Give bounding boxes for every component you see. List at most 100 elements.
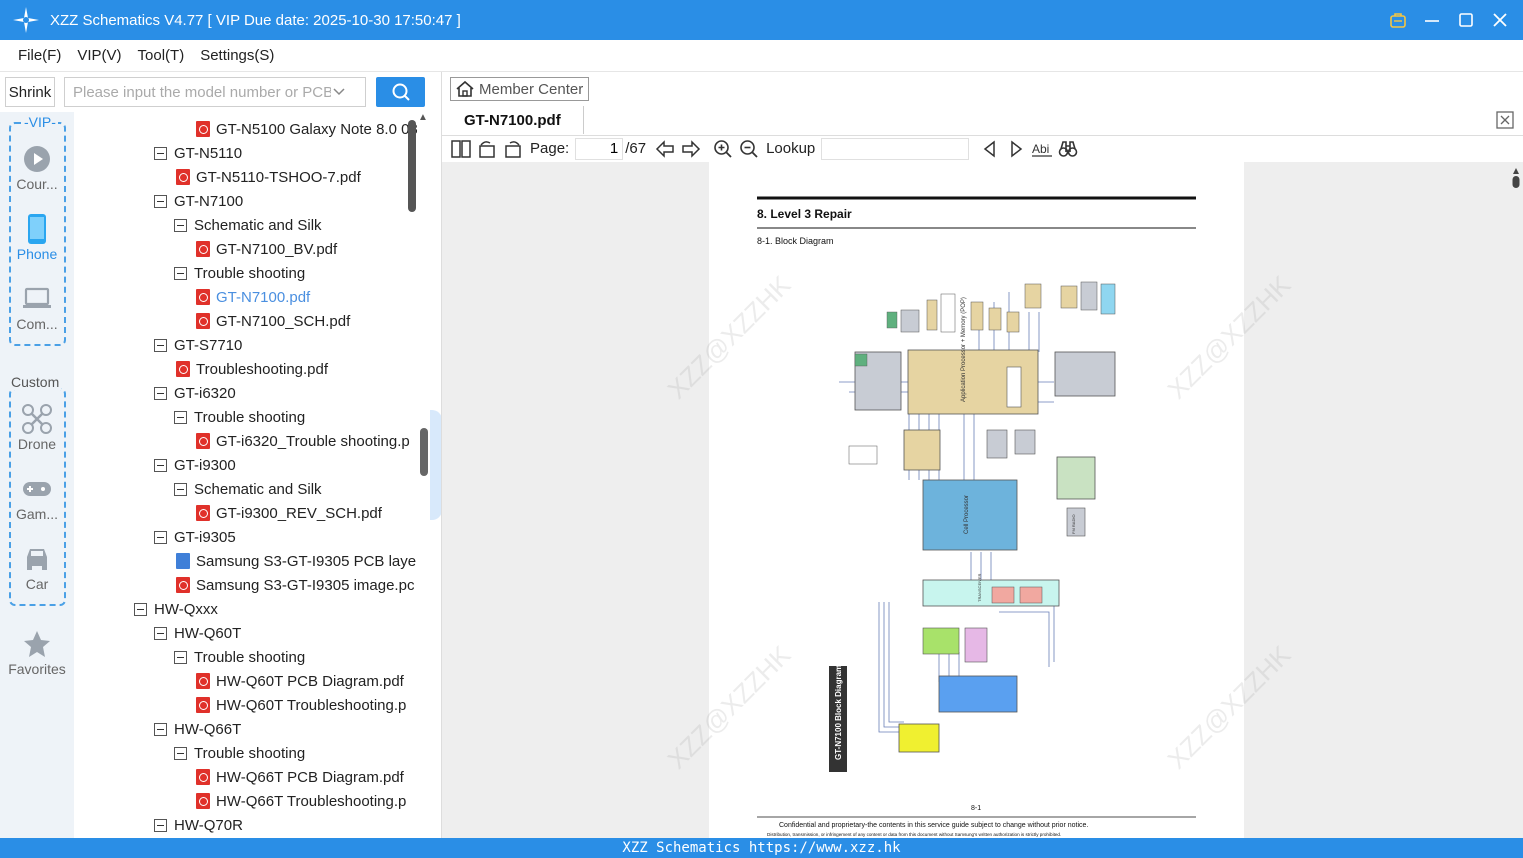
doc-footer-distribution: Distribution, transmission, or infringem… (767, 832, 1061, 837)
tree-item-label: HW-Q66T Troubleshooting.p (216, 792, 407, 810)
rotate-right-button[interactable] (500, 137, 526, 161)
pdf-canvas[interactable]: 8. Level 3 Repair 8-1. Block Diagram App… (442, 162, 1523, 838)
tree-file[interactable]: GT-N5110-TSHOO-7.pdf (176, 165, 361, 189)
tree-file[interactable]: GT-i9300_REV_SCH.pdf (196, 501, 382, 525)
tree-folder[interactable]: GT-N7100 (154, 189, 243, 213)
tree-folder[interactable]: Trouble shooting (174, 645, 305, 669)
lookup-label: Lookup (766, 140, 816, 157)
chevron-down-icon[interactable] (331, 84, 347, 100)
tree-scrollbar-thumb[interactable] (408, 120, 416, 212)
search-button[interactable] (376, 77, 425, 107)
tree-file[interactable]: GT-N5100 Galaxy Note 8.0 08 (196, 117, 418, 141)
drone-icon (22, 404, 52, 434)
tree-item-label: GT-N5110 (174, 144, 243, 162)
category-car[interactable]: Car (0, 542, 74, 592)
tree-file[interactable]: GT-N7100_SCH.pdf (196, 309, 350, 333)
arrow-right-icon (682, 139, 701, 158)
collapse-icon (154, 530, 167, 544)
category-phone[interactable]: Phone (0, 212, 74, 262)
close-button[interactable] (1487, 7, 1513, 33)
page-number-input[interactable] (575, 137, 624, 160)
tree-folder[interactable]: HW-Q60T (154, 621, 241, 645)
tree-file[interactable]: Samsung S3-GT-I9305 image.pc (176, 573, 414, 597)
tree-folder[interactable]: HW-Q70R (154, 813, 243, 837)
doc-subheading: 8-1. Block Diagram (757, 236, 834, 246)
pdf-file-icon (196, 313, 210, 329)
menu-vip[interactable]: VIP(V) (77, 47, 121, 64)
collapse-icon (154, 458, 167, 472)
tree-folder[interactable]: HW-Qxxx (134, 597, 218, 621)
find-all-button[interactable] (1055, 137, 1081, 161)
shrink-button[interactable]: Shrink (5, 77, 55, 107)
tree-folder[interactable]: Schematic and Silk (174, 477, 322, 501)
custom-group-label: Custom (9, 374, 62, 390)
tree-folder[interactable]: Schematic and Silk (174, 213, 322, 237)
match-case-button[interactable]: Abi (1029, 137, 1055, 161)
tree-file[interactable]: GT-i6320_Trouble shooting.p (196, 429, 410, 453)
tree-folder[interactable]: GT-N5110 (154, 141, 242, 165)
tree-folder[interactable]: Trouble shooting (174, 741, 305, 765)
tree-item-label: GT-N7100_SCH.pdf (216, 312, 351, 330)
category-car-label: Car (25, 576, 49, 592)
next-page-button[interactable] (678, 137, 704, 161)
tree-file[interactable]: HW-Q60T Troubleshooting.p (196, 693, 406, 717)
zoom-in-button[interactable] (710, 137, 736, 161)
tree-file[interactable]: Samsung S3-GT-I9305 PCB laye (176, 549, 416, 573)
maximize-button[interactable] (1453, 7, 1479, 33)
tree-file[interactable]: HW-Q60T PCB Diagram.pdf (196, 669, 404, 693)
minimize-button[interactable] (1419, 7, 1445, 33)
tree-file[interactable]: HW-Q66T Troubleshooting.p (196, 789, 406, 813)
tree-item-label: Trouble shooting (194, 744, 306, 762)
tree-item-label: GT-i6320 (174, 384, 236, 402)
car-icon (27, 549, 47, 570)
rotate-left-button[interactable] (474, 137, 500, 161)
vip-bag-icon[interactable] (1385, 7, 1411, 33)
two-page-view-button[interactable] (448, 137, 474, 161)
splitter-handle[interactable] (420, 428, 428, 476)
viewer-scrollbar[interactable] (1512, 166, 1520, 826)
tab-gt-n7100[interactable]: GT-N7100.pdf (452, 106, 584, 134)
tree-file[interactable]: GT-N7100.pdf (196, 285, 310, 309)
category-computer[interactable]: Com... (0, 282, 74, 332)
menu-bar: File(F) VIP(V) Tool(T) Settings(S) (0, 40, 1523, 72)
tree-file[interactable]: Troubleshooting.pdf (176, 357, 328, 381)
window-title: XZZ Schematics V4.77 [ VIP Due date: 202… (50, 11, 461, 29)
tree-folder[interactable]: GT-i9305 (154, 525, 236, 549)
tree-file[interactable]: HW-Q66T PCB Diagram.pdf (196, 765, 404, 789)
find-next-button[interactable] (1003, 137, 1029, 161)
tree-folder[interactable]: GT-i9300 (154, 453, 236, 477)
menu-settings[interactable]: Settings(S) (200, 47, 274, 64)
collapse-icon (174, 410, 187, 424)
find-previous-button[interactable] (977, 137, 1003, 161)
tree-item-label: Troubleshooting.pdf (196, 360, 329, 378)
tree-item-label: GT-N7100.pdf (216, 288, 311, 306)
arrow-left-icon (656, 139, 674, 158)
member-center-label: Member Center (479, 80, 584, 98)
model-search-input[interactable] (65, 79, 331, 105)
tree-file[interactable]: GT-N7100_BV.pdf (196, 237, 337, 261)
tree-folder[interactable]: HW-Q66T (154, 717, 241, 741)
cp-block-label: Cell Processor (964, 495, 970, 534)
member-center-button[interactable]: Member Center (450, 77, 589, 101)
model-tree: GT-N5100 Galaxy Note 8.0 08 GT-N5110 GT-N5… (74, 112, 430, 838)
tree-folder[interactable]: Trouble shooting (174, 261, 305, 285)
zoom-out-button[interactable] (736, 137, 762, 161)
category-drone-label: Drone (17, 436, 57, 452)
close-tab-icon[interactable] (1495, 110, 1515, 130)
tree-item-label: GT-S7710 (174, 336, 243, 354)
category-rail: -VIP- Cour... Phone Com... Custom Drone … (0, 112, 74, 838)
previous-page-button[interactable] (652, 137, 678, 161)
category-courses[interactable]: Cour... (0, 142, 74, 192)
category-game[interactable]: Gam... (0, 472, 74, 522)
category-drone[interactable]: Drone (0, 402, 74, 452)
lookup-input[interactable] (821, 137, 970, 160)
svg-text:Abi: Abi (1032, 142, 1049, 156)
category-favorites[interactable]: Favorites (0, 627, 74, 677)
menu-file[interactable]: File(F) (18, 47, 61, 64)
tree-folder[interactable]: GT-S7710 (154, 333, 242, 357)
tree-folder[interactable]: Trouble shooting (174, 405, 305, 429)
tree-item-label: HW-Q66T PCB Diagram.pdf (216, 768, 404, 786)
menu-tool[interactable]: Tool(T) (138, 47, 185, 64)
tree-folder[interactable]: GT-i6320 (154, 381, 236, 405)
tree-scroll-up-arrow[interactable]: ▲ (418, 112, 428, 123)
